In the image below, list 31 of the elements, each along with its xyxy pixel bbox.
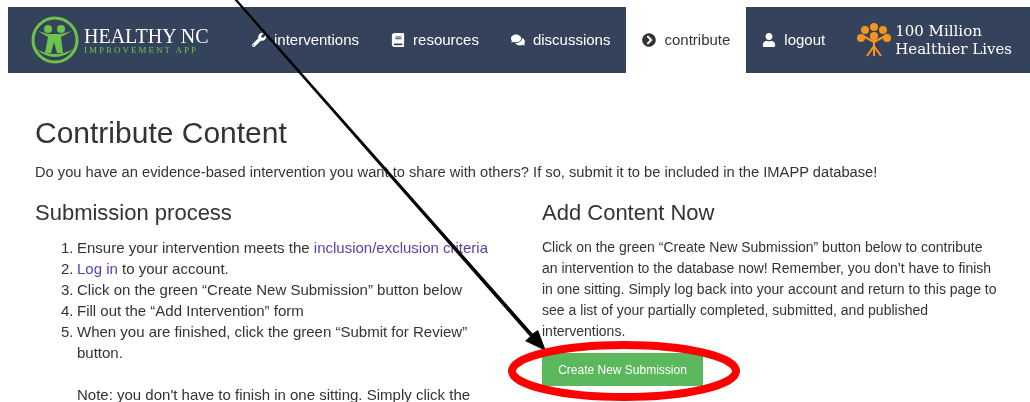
link[interactable]: Log in xyxy=(77,260,118,278)
nav-tab[interactable]: interventions xyxy=(236,7,376,73)
user-icon xyxy=(762,33,777,47)
step-text: Fill out the “Add Intervention” form xyxy=(77,302,304,320)
step-number: 5. xyxy=(61,322,75,343)
step-number: 4. xyxy=(61,301,75,322)
book-icon xyxy=(391,33,406,47)
step-text: to your account. xyxy=(121,260,229,278)
tree-icon xyxy=(857,22,892,58)
nav-tab[interactable]: resources xyxy=(375,7,495,73)
logo-title: HEALTHY NC xyxy=(84,25,209,46)
nav-tab[interactable]: logout xyxy=(746,7,842,73)
logo-icon xyxy=(30,15,80,65)
section-heading: Add Content Now xyxy=(542,199,716,228)
page-title: Contribute Content xyxy=(35,115,288,151)
nav-tab[interactable]: contribute xyxy=(626,7,747,73)
step-number: 2. xyxy=(61,259,75,280)
logo-subtitle: IMPROVEMENT APP xyxy=(84,45,200,55)
step-text: When you are finished, click the green “Submit for Review” button. xyxy=(77,323,468,362)
wrench-icon xyxy=(252,33,266,47)
step-number: 1. xyxy=(61,238,75,259)
add-content-text: Click on the green “Create New Submission” button below to contribute an intervention to the database now! Remember, you don’t have to finish in one sitting. Simply log back into your account and return to this page to see a list of your partially completed, submitted, and published interventions. xyxy=(542,238,998,342)
step-number: 3. xyxy=(61,280,75,301)
section-heading: Submission process xyxy=(35,199,233,228)
intro-text: Do you have an evidence-based intervention you want to share with others? If so, submit it to be included in the IMAPP database! xyxy=(35,163,879,182)
partner-logo-line: Healthier Lives xyxy=(895,40,1013,58)
partner-logo-line: 100 Million xyxy=(895,22,983,40)
step-text: Click on the green “Create New Submission” button below xyxy=(77,281,463,299)
step-text: Ensure your intervention meets the xyxy=(77,239,311,257)
chat-bubbles-icon xyxy=(510,33,525,47)
nav-tab[interactable]: discussions xyxy=(494,7,627,73)
